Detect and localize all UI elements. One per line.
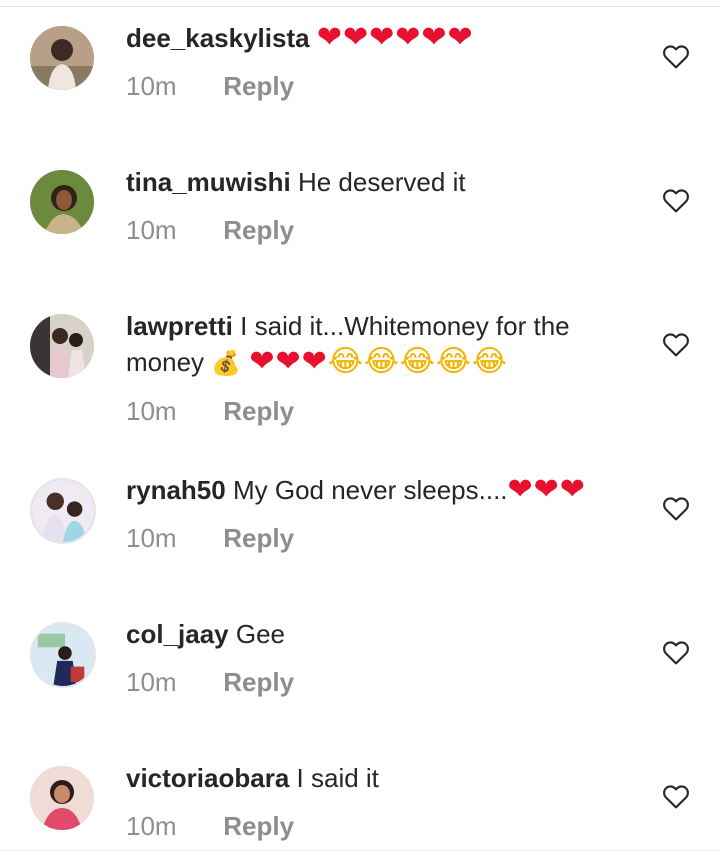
heart-emoji: ❤❤❤ [249,344,328,379]
comment-meta: 10m Reply [126,808,636,841]
like-heart-icon[interactable] [660,184,692,216]
heart-emoji: ❤❤❤ [507,472,586,507]
comment-text-line-2: money 💰 ❤❤❤😂😂😂😂😂 [126,344,636,381]
avatar[interactable] [30,314,94,378]
comment-meta: 10m Reply [126,520,636,553]
avatar-image [30,766,94,830]
comment-username[interactable]: rynah50 [126,475,226,505]
comment-username[interactable]: lawpretti [126,311,233,341]
comment-meta: 10m Reply [126,212,636,245]
comment-time: 10m [126,215,177,245]
comment-time: 10m [126,667,177,697]
like-heart-icon[interactable] [660,492,692,524]
comment-time: 10m [126,396,177,426]
comment-text: I said it...Whitemoney for the [240,311,570,341]
comment-meta: 10m Reply [126,393,636,426]
reply-button[interactable]: Reply [223,667,294,697]
like-heart-icon[interactable] [660,40,692,72]
bottom-divider [0,850,720,867]
avatar[interactable] [30,170,94,234]
comment-username[interactable]: col_jaay [126,619,229,649]
like-heart-icon[interactable] [660,636,692,668]
reply-button[interactable]: Reply [223,523,294,553]
comment-text: Gee [235,619,286,649]
comment-text-line: lawpretti I said it...Whitemoney for the [126,308,636,344]
comment-time: 10m [126,811,177,841]
reply-button[interactable]: Reply [223,811,294,841]
laughing-emoji: 😂😂😂😂😂 [327,344,509,379]
comment-text: He deserved it [297,167,466,197]
comment-text: I said it [296,763,379,793]
comment-username[interactable]: tina_muwishi [126,167,291,197]
heart-emoji: ❤❤❤❤❤❤ [316,20,474,55]
comment-meta: 10m Reply [126,68,636,101]
money-bag-emoji: 💰 [211,349,243,377]
avatar-image [32,480,94,542]
avatar-image [30,314,94,378]
comment-time: 10m [126,523,177,553]
reply-button[interactable]: Reply [223,71,294,101]
avatar[interactable] [30,622,96,688]
top-divider [0,0,720,7]
avatar-image [30,170,94,234]
avatar[interactable] [30,478,96,544]
comment-text-line: rynah50 My God never sleeps....❤❤❤ [126,472,636,508]
comment-time: 10m [126,71,177,101]
comment-text-line: tina_muwishi He deserved it [126,164,636,200]
comment-text-continued: money [126,347,205,377]
comment-username[interactable]: victoriaobara [126,763,289,793]
comment-text-line: victoriaobara I said it [126,760,636,796]
like-heart-icon[interactable] [660,328,692,360]
avatar[interactable] [30,766,94,830]
comment-text-line: dee_kaskylista ❤❤❤❤❤❤ [126,20,636,56]
comment-username[interactable]: dee_kaskylista [126,23,310,53]
like-heart-icon[interactable] [660,780,692,812]
avatar-image [30,26,94,90]
avatar-image [32,624,94,686]
comment-text: My God never sleeps.... [232,475,508,505]
comment-meta: 10m Reply [126,664,636,697]
avatar[interactable] [30,26,94,90]
reply-button[interactable]: Reply [223,396,294,426]
comment-text-line: col_jaay Gee [126,616,636,652]
reply-button[interactable]: Reply [223,215,294,245]
